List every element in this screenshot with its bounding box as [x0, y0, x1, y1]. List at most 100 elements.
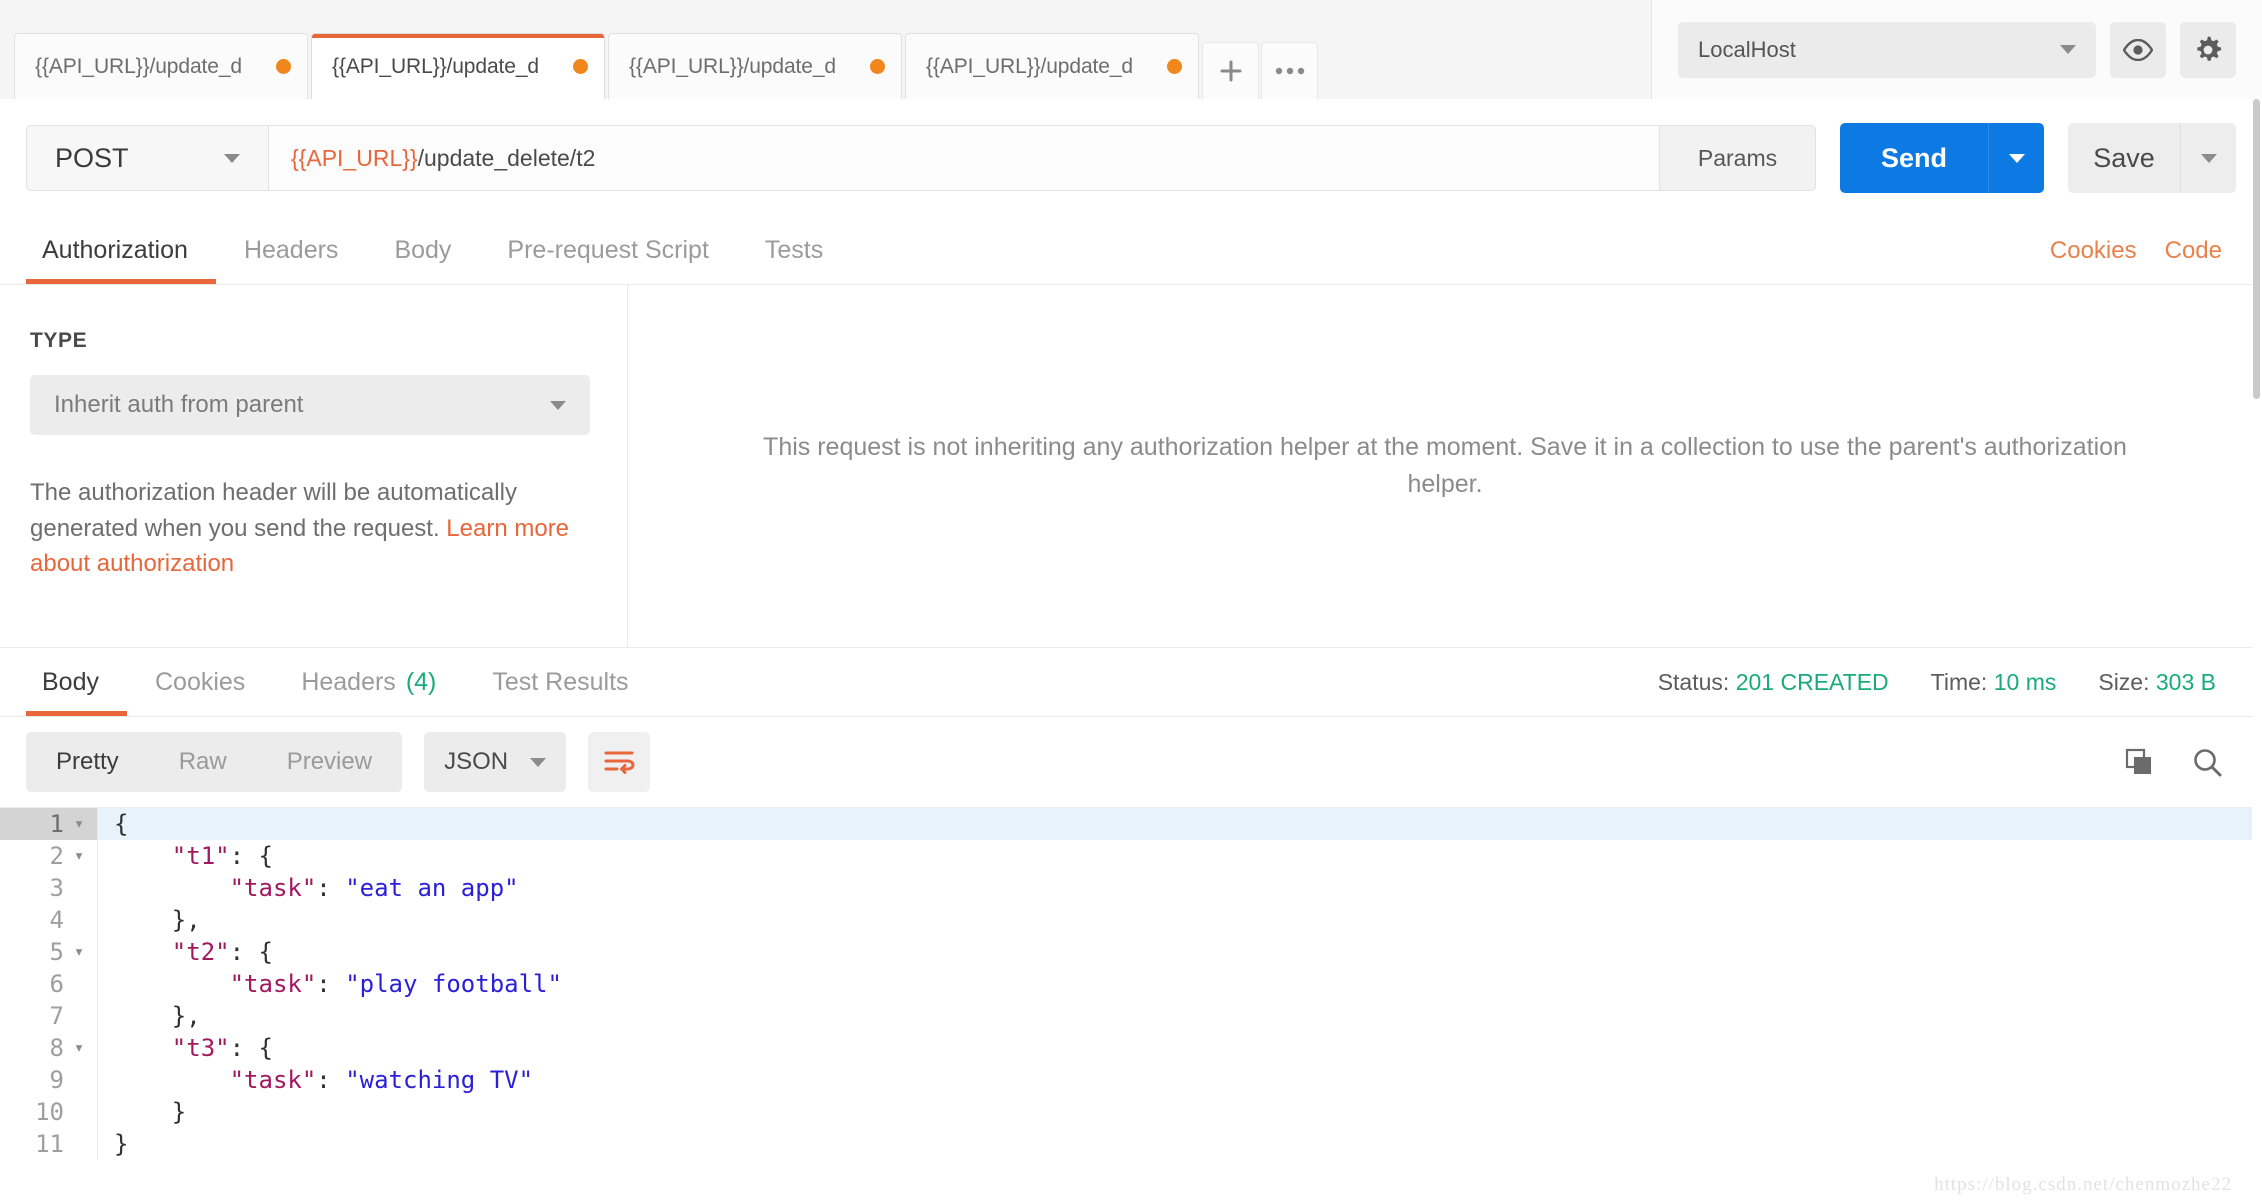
- unsaved-changes-dot-icon: [276, 59, 291, 74]
- request-section-tabs: Authorization Headers Body Pre-request Scri…: [0, 217, 2262, 285]
- fold-toggle-icon[interactable]: ▾: [69, 808, 89, 840]
- status-indicator: Status: 201 CREATED: [1658, 669, 1889, 696]
- line-number: 8: [49, 1034, 64, 1062]
- code-line: 3▾ "task": "eat an app": [0, 872, 2262, 904]
- line-number: 11: [35, 1130, 64, 1158]
- response-section-tabs: Body Cookies Headers (4) Test Results Status…: [0, 647, 2262, 717]
- code-link[interactable]: Code: [2151, 217, 2236, 284]
- save-button-group: Save: [2068, 123, 2236, 193]
- http-method-selector[interactable]: POST: [26, 125, 268, 191]
- line-number-gutter: 2 ▾: [0, 840, 98, 872]
- fold-toggle-icon[interactable]: ▾: [69, 936, 89, 968]
- line-number-gutter: 11▾: [0, 1128, 98, 1160]
- request-tab[interactable]: {{API_URL}}/update_d: [14, 33, 308, 99]
- send-button-group: Send: [1840, 123, 2044, 193]
- response-tab-label: Body: [42, 667, 99, 696]
- code-token: "task": [229, 874, 317, 902]
- response-tab-test-results[interactable]: Test Results: [464, 648, 656, 716]
- code-token: "task": [229, 1066, 317, 1094]
- search-icon: [2194, 749, 2222, 777]
- line-number-gutter: 9▾: [0, 1064, 98, 1096]
- chevron-down-icon: [550, 400, 566, 410]
- request-tab-headers[interactable]: Headers: [216, 217, 367, 284]
- response-tab-body[interactable]: Body: [26, 648, 127, 716]
- code-token: "eat an app": [345, 874, 519, 902]
- request-tab-pre-request-script[interactable]: Pre-request Script: [479, 217, 736, 284]
- chevron-down-icon: [2060, 45, 2076, 54]
- url-path: /update_delete/t2: [417, 144, 596, 171]
- fold-toggle-icon[interactable]: ▾: [69, 840, 89, 872]
- request-tab-tests[interactable]: Tests: [737, 217, 851, 284]
- view-mode-pretty[interactable]: Pretty: [26, 732, 149, 792]
- code-line: 5 ▾ "t2": {: [0, 936, 2262, 968]
- code-line: 2 ▾ "t1": {: [0, 840, 2262, 872]
- chevron-down-icon: [2008, 153, 2025, 163]
- auth-type-select[interactable]: Inherit auth from parent: [30, 375, 590, 435]
- environment-selector[interactable]: LocalHost: [1678, 21, 2096, 78]
- request-tab-body[interactable]: Body: [366, 217, 479, 284]
- save-button[interactable]: Save: [2068, 123, 2180, 193]
- view-mode-segmented-control: Pretty Raw Preview: [26, 732, 403, 792]
- size-value: 303 B: [2155, 668, 2216, 695]
- line-number: 4: [49, 906, 64, 934]
- code-line-content: }: [98, 1128, 128, 1160]
- unsaved-changes-dot-icon: [573, 59, 588, 74]
- size-indicator: Size: 303 B: [2098, 669, 2216, 696]
- send-button[interactable]: Send: [1840, 123, 1988, 193]
- code-line-content: }: [98, 1096, 186, 1128]
- main-scrollbar[interactable]: [2252, 99, 2262, 1202]
- status-value: 201 CREATED: [1735, 668, 1889, 695]
- authorization-panel: TYPE Inherit auth from parent The author…: [0, 285, 2262, 647]
- chevron-down-icon: [224, 153, 240, 163]
- copy-response-button[interactable]: [2110, 733, 2168, 791]
- code-line-content: },: [98, 904, 201, 936]
- plus-icon: [1220, 60, 1241, 82]
- size-label: Size:: [2098, 668, 2150, 695]
- unsaved-changes-dot-icon: [870, 59, 885, 74]
- environment-quick-look-button[interactable]: [2110, 21, 2166, 78]
- line-number-gutter: 7▾: [0, 1000, 98, 1032]
- auth-type-column: TYPE Inherit auth from parent The author…: [0, 285, 628, 647]
- params-button[interactable]: Params: [1660, 125, 1816, 191]
- line-number-gutter: 1 ▾: [0, 808, 98, 840]
- code-line: 1 ▾ {: [0, 808, 2262, 840]
- params-label: Params: [1697, 144, 1778, 171]
- url-variable: {{API_URL}}: [291, 144, 418, 171]
- code-line-content: "t1": {: [98, 840, 273, 872]
- save-options-button[interactable]: [2180, 123, 2236, 193]
- cookies-label: Cookies: [2049, 236, 2137, 264]
- unsaved-changes-dot-icon: [1167, 59, 1182, 74]
- request-tab[interactable]: {{API_URL}}/update_d: [608, 33, 902, 99]
- view-mode-preview[interactable]: Preview: [257, 732, 402, 792]
- response-body-viewer[interactable]: 1▾{2▾ "t1": {3▾ "task": "eat an app"4▾ }…: [0, 807, 2262, 1202]
- line-number: 6: [49, 970, 64, 998]
- view-mode-raw[interactable]: Raw: [149, 732, 257, 792]
- request-tab-authorization[interactable]: Authorization: [26, 217, 216, 284]
- copy-icon: [2125, 748, 2151, 774]
- request-tab[interactable]: {{API_URL}}/update_d: [311, 33, 605, 99]
- request-tab[interactable]: {{API_URL}}/update_d: [905, 33, 1199, 99]
- chevron-down-icon: [2200, 153, 2217, 163]
- response-tab-headers[interactable]: Headers (4): [273, 648, 464, 716]
- settings-button[interactable]: [2180, 21, 2236, 78]
- search-response-button[interactable]: [2178, 733, 2236, 791]
- send-options-button[interactable]: [1988, 123, 2044, 193]
- response-format-toolbar: Pretty Raw Preview JSON: [0, 717, 2262, 807]
- url-input[interactable]: {{API_URL}}/update_delete/t2: [268, 125, 1660, 191]
- code-token: :: [316, 874, 346, 902]
- response-tab-cookies[interactable]: Cookies: [127, 648, 273, 716]
- code-token: : {: [229, 1034, 273, 1062]
- scrollbar-thumb[interactable]: [2253, 99, 2260, 399]
- code-token: "t3": [171, 1034, 230, 1062]
- code-token: "t2": [171, 938, 230, 966]
- new-tab-button[interactable]: [1202, 42, 1259, 99]
- word-wrap-button[interactable]: [588, 732, 651, 792]
- fold-toggle-icon[interactable]: ▾: [69, 1032, 89, 1064]
- code-token: },: [171, 1002, 201, 1030]
- eye-icon: [2123, 38, 2153, 61]
- tab-options-button[interactable]: [1261, 42, 1318, 99]
- http-method-label: POST: [55, 142, 129, 173]
- line-number-gutter: 8 ▾: [0, 1032, 98, 1064]
- cookies-link[interactable]: Cookies: [2036, 217, 2151, 284]
- response-language-select[interactable]: JSON: [424, 732, 567, 792]
